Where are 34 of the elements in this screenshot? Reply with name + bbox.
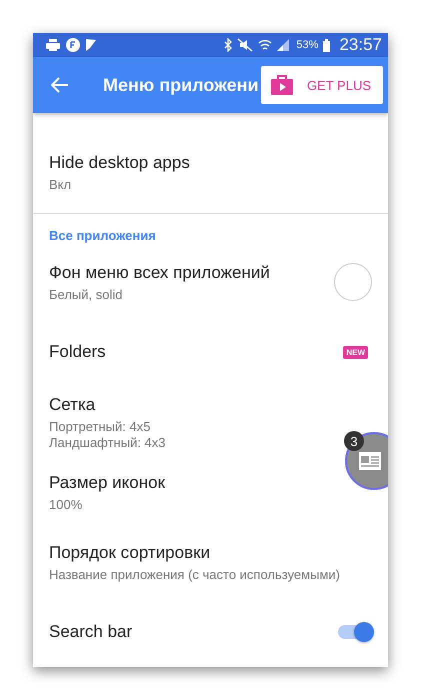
new-badge: NEW [343,346,368,358]
item-title: Размер иконок [49,472,166,492]
screen-title: Меню приложени [103,74,259,96]
section-header: Все приложения [48,227,157,245]
mute-icon [237,38,254,52]
item-subtitle: Название приложения (с часто используемыми) [49,566,340,582]
clock-time: 23:57 [339,35,382,55]
toggle-switch[interactable] [338,625,372,639]
battery-icon [323,38,330,52]
app-circle-icon [66,38,80,52]
check-flag-icon [85,38,97,52]
color-swatch[interactable] [334,263,372,301]
item-subtitle: Портретный: 4x5 [49,418,150,434]
item-subtitle: 100% [49,496,82,512]
bluetooth-icon [224,38,232,52]
wifi-icon [258,38,272,52]
item-title: Сетка [49,394,96,414]
item-subtitle: Белый, solid [49,286,122,302]
item-title: Folders [49,342,106,362]
battery-percent: 53% [296,39,318,51]
printer-icon [45,38,61,52]
newspaper-icon [359,452,381,470]
floating-bubble[interactable] [345,432,388,490]
item-title: Hide desktop apps [49,153,190,173]
count-badge: 3 [344,431,364,451]
signal-icon [277,39,290,51]
back-arrow-icon[interactable] [51,77,69,93]
item-subtitle: Вкл [49,177,72,192]
item-subtitle: Ландшафтный: 4x3 [49,434,166,450]
briefcase-play-icon [270,75,293,95]
item-title: Фон меню всех приложений [49,262,270,282]
item-title: Порядок сортировки [49,542,210,562]
get-plus-button[interactable]: GET PLUS [260,66,383,104]
item-title: Search bar [49,622,132,642]
